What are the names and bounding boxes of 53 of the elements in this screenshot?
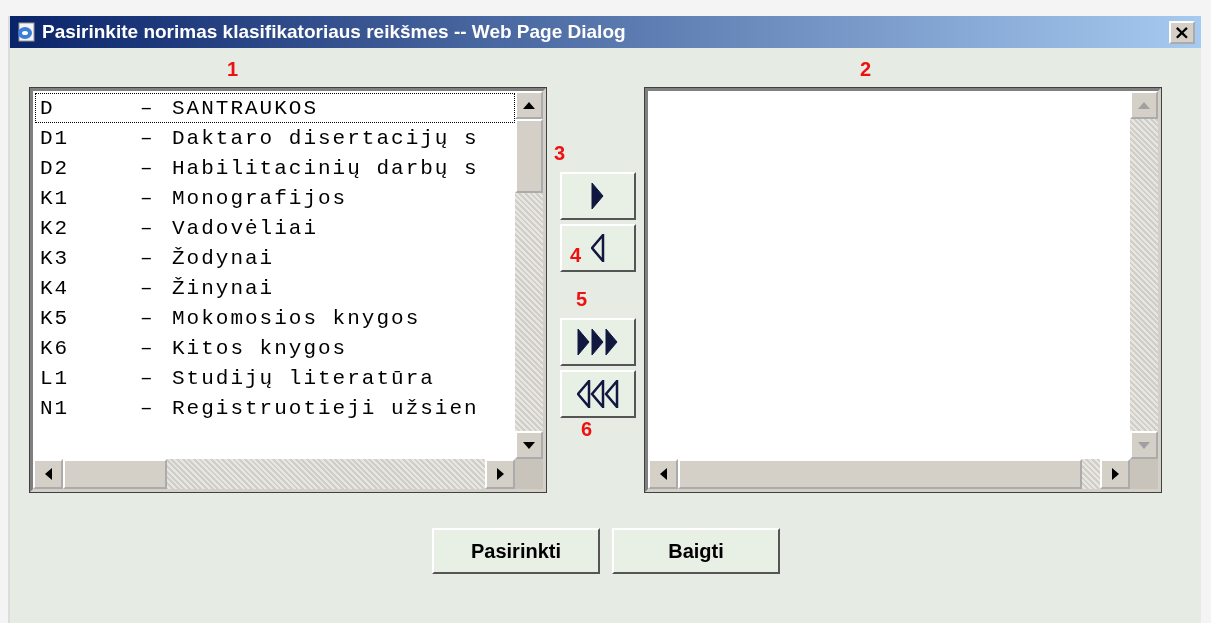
list-item[interactable]: D2 – Habilitacinių darbų s (35, 153, 515, 183)
transfer-button[interactable] (560, 172, 636, 220)
list-item[interactable]: K6 – Kitos knygos (35, 333, 515, 363)
up-arrow-icon (1138, 101, 1150, 109)
vertical-scrollbar[interactable] (515, 91, 543, 459)
right-arrow-icon (1111, 468, 1119, 480)
left-arrow-icon (659, 468, 667, 480)
scroll-right-button[interactable] (1100, 459, 1130, 489)
scroll-up-button[interactable] (515, 91, 543, 119)
callout-number: 2 (860, 58, 872, 81)
down-arrow-icon (523, 441, 535, 449)
close-button[interactable]: × (1169, 20, 1195, 44)
scroll-left-button[interactable] (648, 459, 678, 489)
transfer-button[interactable] (560, 224, 636, 272)
list-item[interactable]: K5 – Mokomosios knygos (35, 303, 515, 333)
scroll-thumb[interactable] (678, 459, 1082, 489)
callout-number: 3 (554, 142, 566, 165)
left-triangle-icon (577, 380, 619, 408)
right-triangle-icon (591, 182, 605, 210)
scroll-thumb[interactable] (515, 119, 543, 193)
dialog-button[interactable]: Pasirinkti (432, 528, 600, 574)
callout-number: 6 (581, 418, 593, 441)
transfer-button[interactable] (560, 318, 636, 366)
down-arrow-icon (1138, 441, 1150, 449)
left-arrow-icon (44, 468, 52, 480)
callout-number: 1 (227, 58, 239, 81)
scroll-down-button[interactable] (515, 431, 543, 459)
transfer-button[interactable] (560, 370, 636, 418)
list-item[interactable]: D1 – Daktaro disertacijų s (35, 123, 515, 153)
left-triangle-icon (591, 234, 605, 262)
scroll-left-button[interactable] (33, 459, 63, 489)
list-item[interactable]: L1 – Studijų literatūra (35, 363, 515, 393)
up-arrow-icon (523, 101, 535, 109)
list-item[interactable]: N1 – Registruotieji užsien (35, 393, 515, 423)
scrollbar-corner (515, 459, 543, 489)
right-arrow-icon (496, 468, 504, 480)
available-list[interactable] (30, 88, 546, 492)
window-title: Pasirinkite norimas klasifikatoriaus reikšmes -- Web Page Dialog (42, 21, 626, 43)
dialog-button[interactable]: Baigti (612, 528, 780, 574)
scrollbar-corner (1130, 459, 1158, 489)
callout-number: 5 (576, 288, 588, 311)
horizontal-scrollbar[interactable] (648, 459, 1158, 489)
horizontal-scrollbar[interactable] (33, 459, 543, 489)
callout-number: 4 (570, 244, 582, 267)
scroll-thumb[interactable] (63, 459, 167, 489)
list-item[interactable]: D – SANTRAUKOS (35, 93, 515, 123)
browser-icon (16, 22, 36, 42)
list-item[interactable]: K2 – Vadovėliai (35, 213, 515, 243)
scroll-right-button[interactable] (485, 459, 515, 489)
right-triangle-icon (577, 328, 619, 356)
list-item[interactable]: K1 – Monografijos (35, 183, 515, 213)
list-item[interactable]: K4 – Žinynai (35, 273, 515, 303)
list-item[interactable]: K3 – Žodynai (35, 243, 515, 273)
